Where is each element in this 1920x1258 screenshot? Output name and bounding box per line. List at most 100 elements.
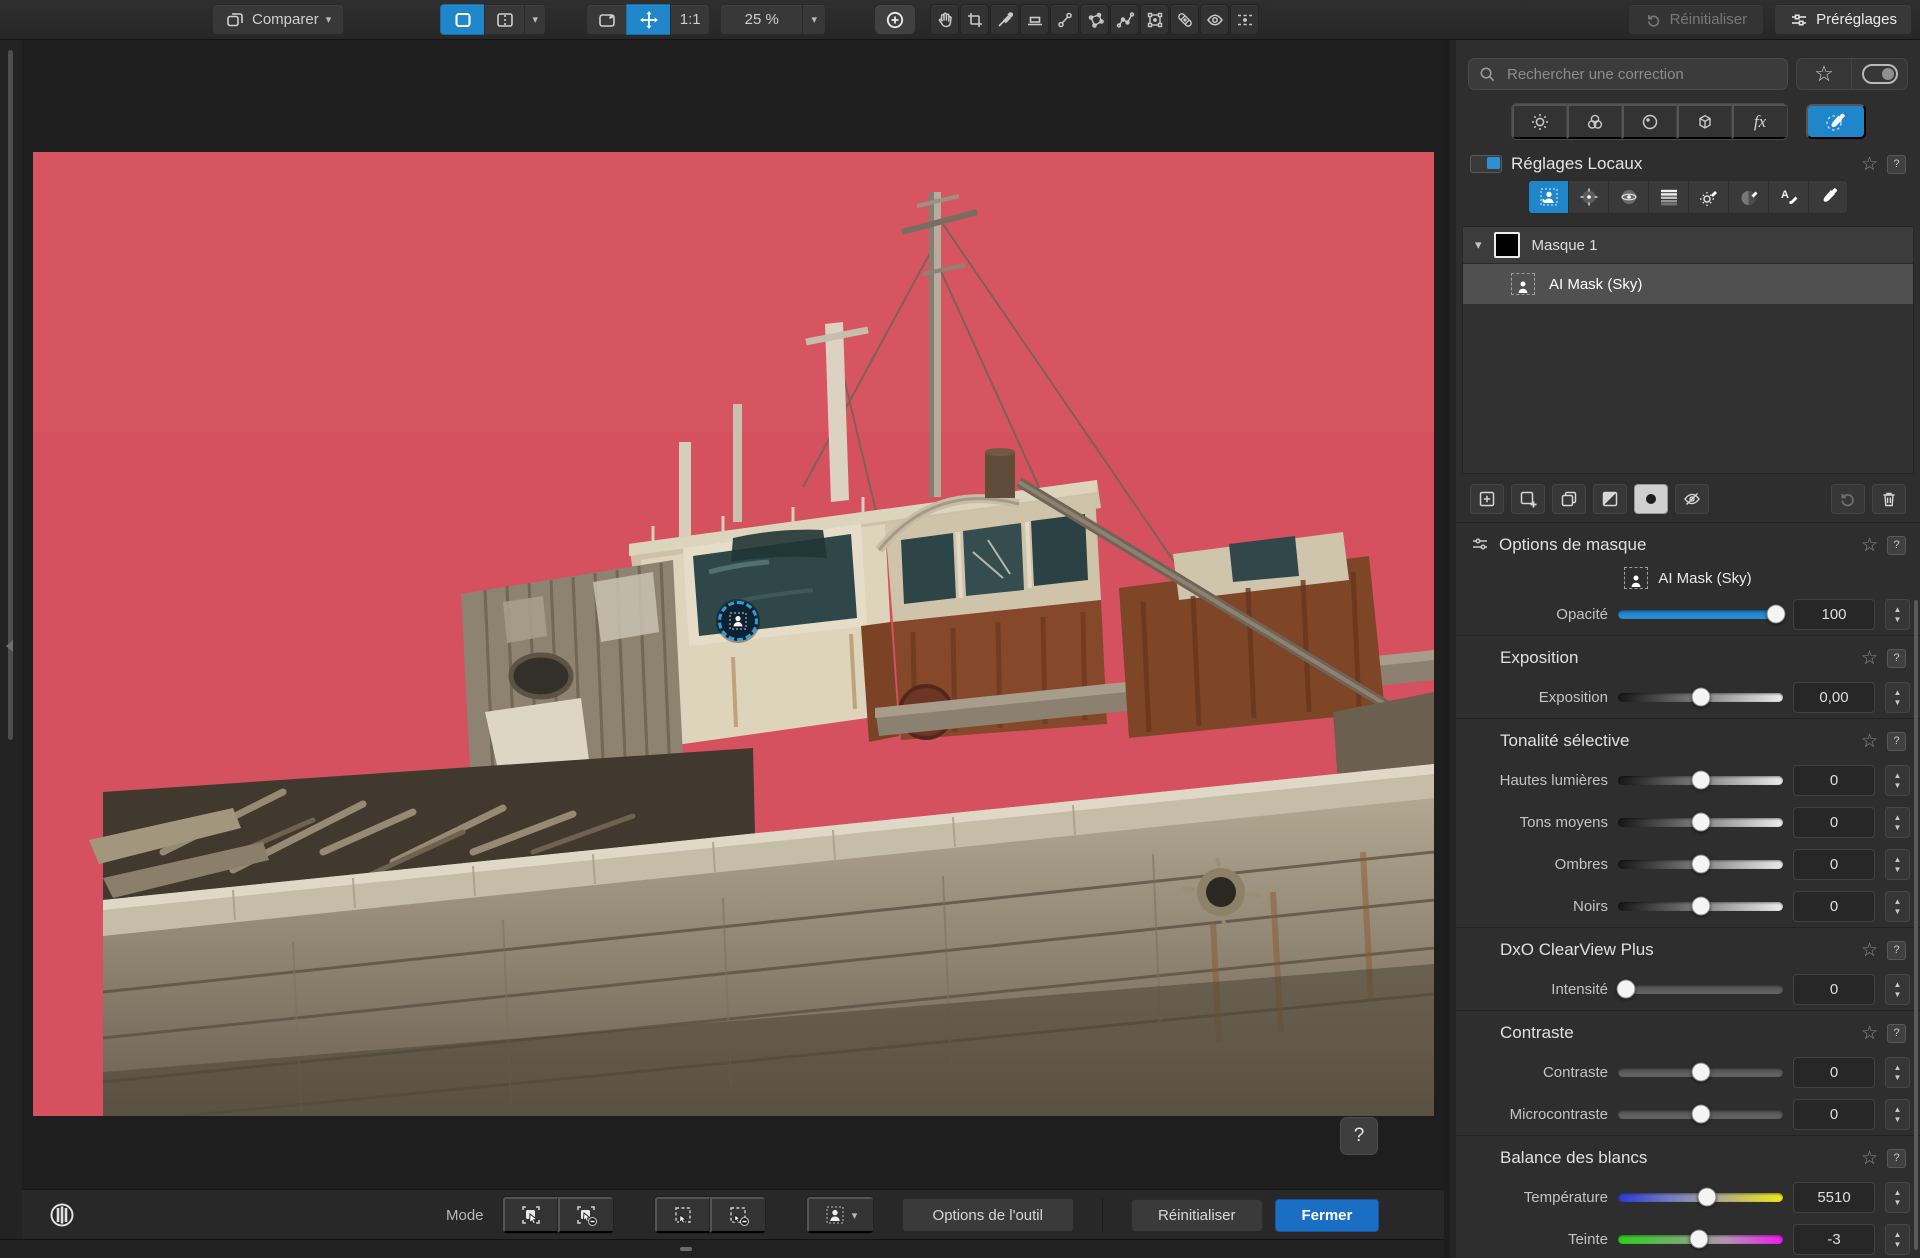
slider-stepper[interactable]: ▲ ▼ [1885, 807, 1910, 838]
zoom-value-button[interactable]: 25 % [720, 4, 802, 35]
favorites-star-button[interactable]: ☆ [1797, 59, 1852, 89]
ai-mask-tool-button[interactable] [1528, 180, 1568, 214]
slider-track[interactable] [1618, 1235, 1783, 1244]
polyline-tool-button[interactable] [1110, 4, 1139, 35]
star-icon[interactable]: ☆ [1861, 941, 1878, 960]
ai-mask-control-point[interactable] [718, 601, 758, 641]
luminosity-mask-tool-button[interactable] [1688, 180, 1728, 214]
collapse-left-panel-icon[interactable] [6, 640, 13, 652]
histogram-toggle-icon[interactable] [48, 1201, 76, 1229]
slider-track[interactable] [1618, 985, 1783, 994]
help-button[interactable]: ? [1340, 1117, 1378, 1155]
presets-button[interactable]: Préréglages [1774, 4, 1912, 35]
search-correction-field[interactable] [1468, 58, 1788, 90]
slider-thumb[interactable] [1691, 813, 1710, 832]
slider-stepper[interactable]: ▲ ▼ [1885, 682, 1910, 713]
left-scrollbar[interactable] [8, 50, 13, 740]
slider-track[interactable] [1618, 860, 1783, 869]
delete-mask-button[interactable] [1872, 484, 1906, 514]
tool-reset-button[interactable]: Réinitialiser [1131, 1199, 1263, 1232]
preview-eye-button[interactable] [1200, 4, 1229, 35]
active-corrections-toggle[interactable] [1852, 59, 1907, 89]
star-icon[interactable]: ☆ [1861, 1149, 1878, 1168]
star-icon[interactable]: ☆ [1861, 1024, 1878, 1043]
star-icon[interactable]: ☆ [1861, 649, 1878, 668]
tab-geometry[interactable] [1677, 104, 1732, 139]
slider-value[interactable]: 0 [1793, 807, 1875, 838]
split-view-button[interactable] [484, 4, 524, 35]
toolbar-reset-button[interactable]: Réinitialiser [1628, 4, 1765, 35]
new-mask-button[interactable] [1470, 484, 1504, 514]
perspective-tool-button[interactable] [1140, 4, 1169, 35]
slider-value[interactable]: 0 [1793, 974, 1875, 1005]
palette-enable-switch[interactable] [1470, 155, 1502, 173]
repair-tool-button[interactable] [1170, 4, 1199, 35]
slider-thumb[interactable] [1691, 1105, 1710, 1124]
add-to-mask-button[interactable] [1511, 484, 1545, 514]
close-button[interactable]: Fermer [1275, 1199, 1380, 1232]
slider-track[interactable] [1618, 1193, 1783, 1202]
slider-thumb[interactable] [1689, 1230, 1708, 1249]
mask-type-button[interactable]: ▾ [807, 1197, 873, 1233]
duplicate-mask-button[interactable] [1552, 484, 1586, 514]
hide-masks-button[interactable] [1675, 484, 1709, 514]
local-adjustments-tool-button[interactable] [1230, 4, 1259, 35]
search-input[interactable] [1505, 65, 1777, 84]
star-icon[interactable]: ☆ [1861, 155, 1878, 174]
zoom-1-1-button[interactable]: 1:1 [670, 4, 710, 35]
slider-thumb[interactable] [1691, 897, 1710, 916]
brush-tool-button[interactable] [1808, 180, 1848, 214]
fit-screen-button[interactable] [586, 4, 626, 35]
mode-select-mask-button[interactable] [655, 1197, 710, 1233]
slider-stepper[interactable]: ▲ ▼ [1885, 1224, 1910, 1255]
horizon-tool-button[interactable] [1020, 4, 1049, 35]
slider-stepper[interactable]: ▲ ▼ [1885, 849, 1910, 880]
slider-thumb[interactable] [1767, 605, 1786, 624]
slider-value[interactable]: 0 [1793, 765, 1875, 796]
slider-thumb[interactable] [1691, 688, 1710, 707]
help-icon[interactable]: ? [1887, 1149, 1906, 1168]
tab-color[interactable] [1567, 104, 1622, 139]
mask-undo-button[interactable] [1831, 484, 1865, 514]
hand-tool-button[interactable] [930, 4, 959, 35]
control-point-tool-button[interactable] [1568, 180, 1608, 214]
crop-tool-button[interactable] [960, 4, 989, 35]
slider-value[interactable]: 0 [1793, 849, 1875, 880]
opacity-slider-track[interactable] [1618, 610, 1783, 619]
slider-value[interactable]: -3 [1793, 1224, 1875, 1255]
mode-deselect-mask-button[interactable] [710, 1197, 765, 1233]
auto-mask-brush-tool-button[interactable]: A [1768, 180, 1808, 214]
slider-stepper[interactable]: ▲ ▼ [1885, 1057, 1910, 1088]
opacity-stepper[interactable]: ▲ ▼ [1885, 599, 1910, 630]
slider-value[interactable]: 0,00 [1793, 682, 1875, 713]
slider-track[interactable] [1618, 693, 1783, 702]
opacity-value[interactable]: 100 [1793, 599, 1875, 630]
eyedropper-tool-button[interactable] [990, 4, 1019, 35]
star-icon[interactable]: ☆ [1861, 732, 1878, 751]
slider-track[interactable] [1618, 1110, 1783, 1119]
color-mask-tool-button[interactable] [1728, 180, 1768, 214]
tab-light[interactable] [1512, 104, 1567, 139]
panel-scrollbar[interactable] [1914, 600, 1918, 1250]
slider-thumb[interactable] [1691, 1063, 1710, 1082]
slider-value[interactable]: 0 [1793, 891, 1875, 922]
mode-new-mask-button[interactable] [503, 1197, 558, 1233]
slider-thumb[interactable] [1617, 980, 1636, 999]
zoom-menu-button[interactable]: ▾ [802, 4, 826, 35]
zoom-in-button[interactable] [874, 4, 916, 35]
slider-track[interactable] [1618, 1068, 1783, 1077]
star-icon[interactable]: ☆ [1861, 536, 1878, 555]
move-tool-button[interactable] [626, 4, 670, 35]
slider-track[interactable] [1618, 776, 1783, 785]
invert-mask-button[interactable] [1593, 484, 1627, 514]
help-icon[interactable]: ? [1887, 649, 1906, 668]
tab-detail[interactable] [1622, 104, 1677, 139]
slider-stepper[interactable]: ▲ ▼ [1885, 1182, 1910, 1213]
slider-thumb[interactable] [1691, 771, 1710, 790]
mask-item-row-selected[interactable]: AI Mask (Sky) [1463, 264, 1913, 304]
slider-value[interactable]: 0 [1793, 1099, 1875, 1130]
control-sphere-tool-button[interactable] [1608, 180, 1648, 214]
help-icon[interactable]: ? [1887, 941, 1906, 960]
slider-stepper[interactable]: ▲ ▼ [1885, 974, 1910, 1005]
slider-track[interactable] [1618, 902, 1783, 911]
